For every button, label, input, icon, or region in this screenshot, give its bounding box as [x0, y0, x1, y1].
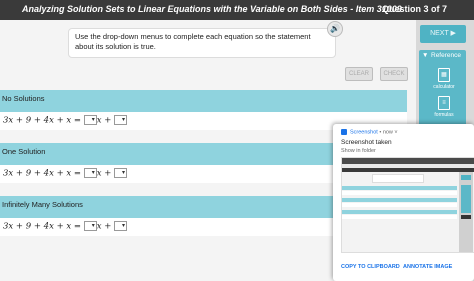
constant-dropdown[interactable] — [114, 168, 128, 178]
equation-mid: x + — [96, 115, 115, 126]
section-heading-label: Infinitely Many Solutions — [2, 200, 83, 209]
speaker-icon[interactable]: 🔊 — [327, 21, 343, 37]
reference-toggle[interactable]: ▼ Reference — [419, 50, 466, 62]
equation-text: 3x + 9 + 4x + x = — [3, 221, 84, 232]
notification-app-name: Screenshot — [350, 129, 378, 136]
notification-app-row: Screenshot • now ˅ — [341, 129, 398, 135]
screenshot-icon — [341, 129, 347, 135]
formulas-tool[interactable]: ≡ formulas — [425, 96, 463, 118]
instructions-box: Use the drop-down menus to complete each… — [68, 28, 336, 58]
coefficient-dropdown[interactable] — [83, 168, 97, 178]
equation-text: 3x + 9 + 4x + x = — [3, 168, 84, 179]
clear-button[interactable]: CLEAR — [345, 67, 373, 81]
section-heading-label: One Solution — [2, 147, 46, 156]
formulas-icon: ≡ — [438, 96, 450, 110]
instructions-text: Use the drop-down menus to complete each… — [75, 32, 311, 51]
equation-mid: x + — [96, 221, 115, 232]
annotate-image-button[interactable]: ANNOTATE IMAGE — [403, 264, 452, 270]
section-heading-label: No Solutions — [2, 94, 45, 103]
calculator-label: calculator — [433, 84, 455, 90]
screenshot-thumbnail[interactable] — [341, 157, 474, 253]
question-counter: Question 3 of 7 — [382, 4, 448, 14]
screenshot-notification: Screenshot • now ˅ Screenshot taken Show… — [333, 124, 474, 281]
constant-dropdown[interactable] — [114, 115, 128, 125]
notification-title: Screenshot taken — [341, 139, 392, 146]
copy-to-clipboard-button[interactable]: COPY TO CLIPBOARD — [341, 264, 400, 270]
notification-time: now — [382, 129, 393, 136]
coefficient-dropdown[interactable] — [83, 115, 97, 125]
equation-mid: x + — [96, 168, 115, 179]
page-title: Analyzing Solution Sets to Linear Equati… — [22, 4, 402, 14]
chevron-down-icon: ▼ — [422, 52, 429, 59]
constant-dropdown[interactable] — [114, 221, 128, 231]
top-bar: Analyzing Solution Sets to Linear Equati… — [0, 0, 474, 20]
reference-panel: ▼ Reference ▦ calculator ≡ formulas — [419, 50, 466, 128]
calculator-icon: ▦ — [438, 68, 450, 82]
reference-label: Reference — [431, 52, 461, 59]
show-in-folder-link[interactable]: Show in folder — [341, 148, 376, 154]
section-heading-no-solutions: No Solutions — [0, 90, 407, 112]
chevron-down-icon[interactable]: ˅ — [393, 129, 397, 135]
equation-text: 3x + 9 + 4x + x = — [3, 115, 84, 126]
formulas-label: formulas — [434, 112, 454, 118]
next-button[interactable]: NEXT ▶ — [420, 25, 466, 43]
coefficient-dropdown[interactable] — [83, 221, 97, 231]
check-button[interactable]: CHECK — [380, 67, 408, 81]
calculator-tool[interactable]: ▦ calculator — [425, 68, 463, 90]
